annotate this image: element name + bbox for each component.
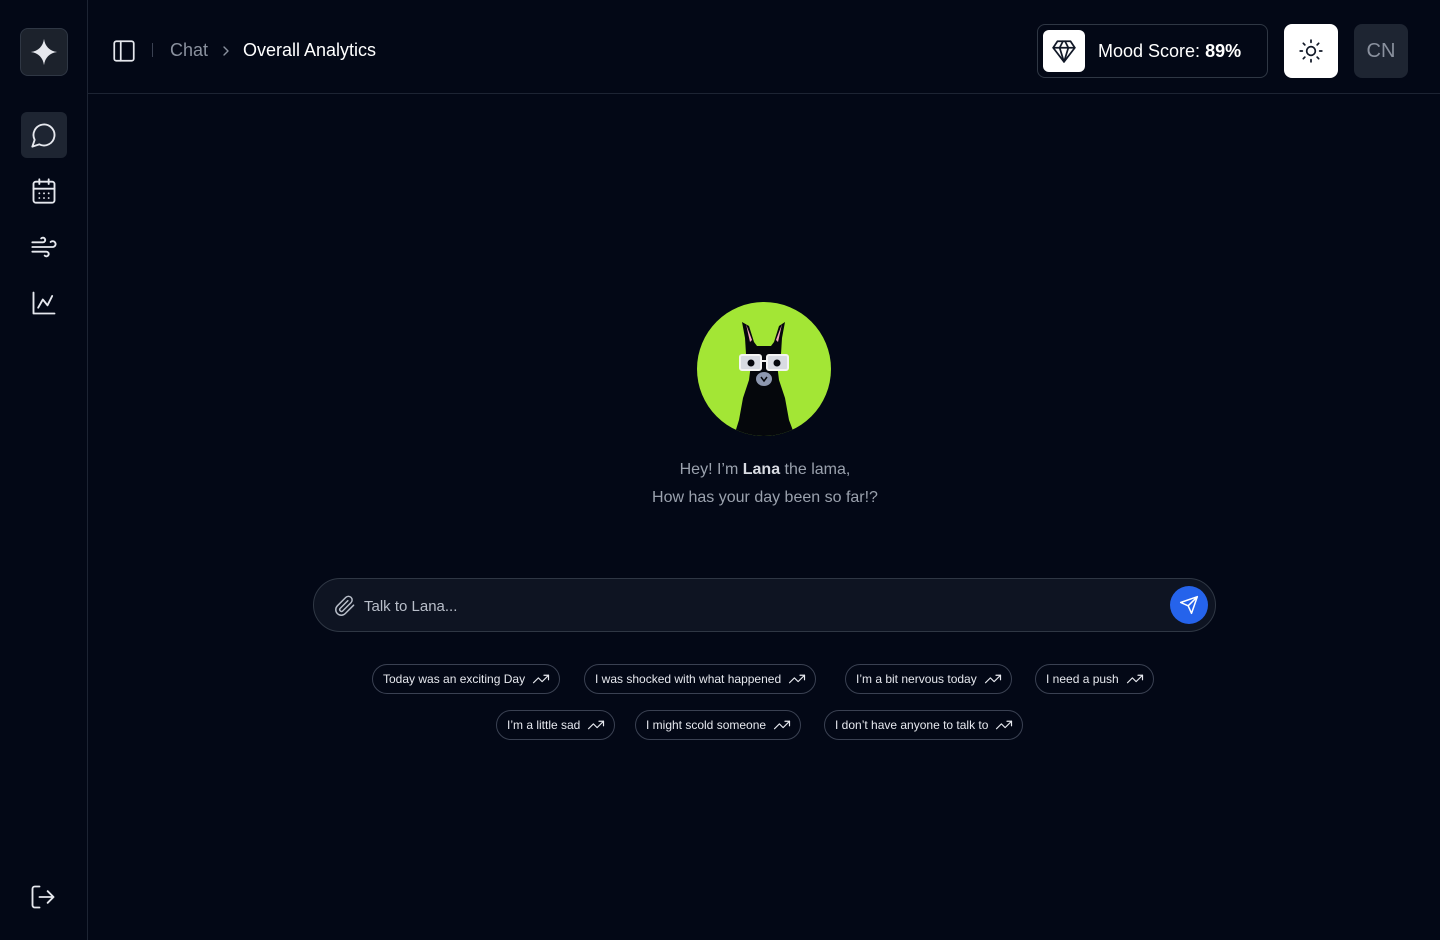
suggestion-chip[interactable]: I’m a little sad (496, 710, 616, 740)
suggestion-chip-label: I’m a bit nervous today (856, 672, 977, 686)
panel-left-icon (113, 40, 135, 62)
theme-toggle-button[interactable] (1284, 24, 1338, 78)
greeting-line-1: Hey! I’m Lana the lama, (565, 456, 965, 484)
chart-icon (32, 291, 56, 315)
suggestion-chip[interactable]: I need a push (1035, 664, 1154, 694)
wind-icon (31, 236, 57, 258)
chevron-right-icon (223, 46, 229, 56)
trending-up-icon (984, 674, 1001, 684)
mood-score-value: 89% (1205, 40, 1242, 61)
suggestion-chip-label: I need a push (1046, 672, 1119, 686)
suggestion-chip-label: I might scold someone (646, 718, 767, 732)
suggestion-chip-label: I’m a little sad (507, 718, 581, 732)
nav-breathing[interactable] (21, 224, 67, 270)
chat-input-bar (313, 578, 1216, 632)
assistant-name: Lana (742, 461, 781, 478)
trending-up-icon (532, 674, 550, 684)
trending-up-icon (588, 720, 605, 730)
app-logo[interactable] (20, 28, 68, 76)
trending-up-icon (996, 720, 1013, 730)
suggestion-chip-label: I was shocked with what happened (595, 672, 782, 686)
suggestion-chip[interactable]: I don’t have anyone to talk to (824, 710, 1024, 740)
page-title: Overall Analytics (243, 40, 377, 60)
chat-message-input[interactable] (364, 591, 1154, 621)
nav-analytics[interactable] (21, 280, 67, 326)
top-bar: Chat Overall Analytics Mood Score: 89% C… (88, 0, 1440, 94)
logout-icon[interactable] (29, 883, 57, 911)
mood-score-label: Mood Score: (1098, 40, 1206, 61)
suggestion-chip[interactable]: I might scold someone (635, 710, 802, 740)
breadcrumb-chat[interactable]: Chat (170, 40, 208, 61)
paperclip-icon[interactable] (334, 595, 356, 617)
suggestion-chip[interactable]: Today was an exciting Day (372, 664, 561, 694)
send-icon (1179, 595, 1199, 615)
chat-bubble-icon (31, 123, 56, 148)
mood-score-badge[interactable]: Mood Score: 89% (1037, 24, 1268, 78)
calendar-icon (32, 178, 56, 204)
sidebar-toggle-button[interactable] (110, 37, 138, 65)
suggestion-chip[interactable]: I was shocked with what happened (584, 664, 817, 694)
suggestion-row-1: Today was an exciting Day I was shocked … (0, 664, 1440, 694)
divider (152, 43, 153, 57)
suggestion-row-2: I’m a little sad I might scold someone I… (0, 710, 1440, 740)
trending-up-icon (1126, 674, 1143, 684)
nav-chat[interactable] (21, 112, 67, 158)
sun-icon (1299, 39, 1323, 63)
greeting-line-2: How has your day been so far!? (652, 489, 878, 506)
sparkle-icon (30, 38, 58, 66)
suggestion-chip-label: I don’t have anyone to talk to (835, 718, 989, 732)
suggestion-chip[interactable]: I’m a bit nervous today (845, 664, 1012, 694)
suggestion-chip-label: Today was an exciting Day (383, 672, 526, 686)
avatar[interactable]: CN (1354, 24, 1408, 78)
nav-calendar[interactable] (21, 168, 67, 214)
greeting-text: Hey! I’m Lana the lama, How has your day… (565, 456, 965, 512)
lama-mascot-avatar (697, 302, 831, 436)
mood-score-text: Mood Score: 89% (1098, 41, 1241, 62)
sidebar (0, 0, 88, 940)
greeting-prefix: Hey! I’m (679, 461, 743, 478)
trending-up-icon (773, 720, 791, 730)
greeting-suffix: the lama, (780, 461, 851, 478)
trending-up-icon (789, 674, 806, 684)
send-button[interactable] (1170, 586, 1208, 624)
diamond-icon (1043, 30, 1085, 72)
